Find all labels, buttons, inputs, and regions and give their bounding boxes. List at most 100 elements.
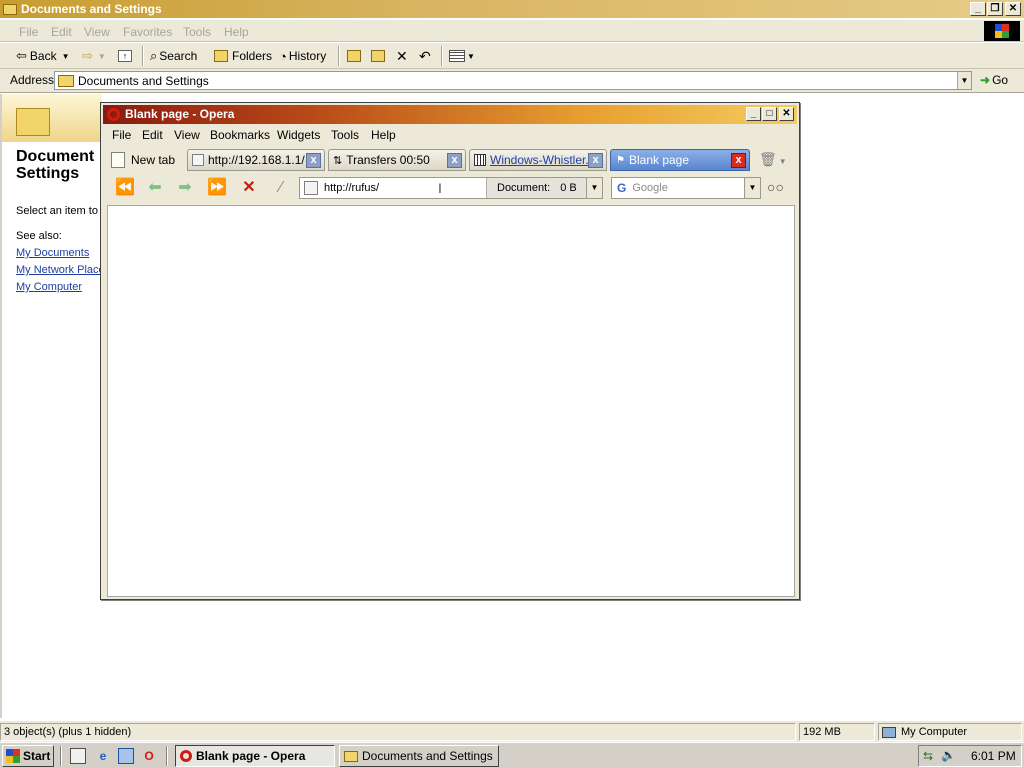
link-my-documents[interactable]: My Documents — [16, 247, 89, 259]
opera-maximize-button[interactable]: □ — [762, 107, 777, 121]
menu-file[interactable]: File — [19, 25, 38, 39]
opera-quicklaunch-icon[interactable]: O — [141, 748, 157, 764]
clock[interactable]: 6:01 PM — [971, 749, 1016, 763]
address-dropdown-button[interactable]: ▼ — [957, 72, 971, 89]
tab-router[interactable]: http://192.168.1.1/ x — [187, 149, 325, 171]
network-tray-icon[interactable]: ⇆ — [923, 749, 933, 763]
network-icon[interactable] — [118, 748, 134, 764]
history-button[interactable]: ◔ History — [279, 47, 326, 65]
zoom-glasses-button[interactable]: ○○ — [767, 179, 784, 195]
copy-to-button[interactable] — [371, 47, 385, 65]
page-content[interactable] — [107, 205, 795, 597]
go-button[interactable]: ➜ Go — [980, 73, 1008, 87]
trash-icon: 🗑 — [759, 151, 777, 167]
tab-blank-page[interactable]: ⚑ Blank page x — [610, 149, 750, 171]
move-to-icon — [347, 50, 361, 62]
opera-menu-view[interactable]: View — [174, 128, 200, 142]
menu-favorites[interactable]: Favorites — [123, 25, 172, 39]
new-tab-button[interactable]: New tab — [111, 149, 175, 171]
fast-forward-button[interactable]: ⏩ — [207, 179, 227, 197]
views-button[interactable]: ▼ — [449, 47, 475, 65]
menu-help[interactable]: Help — [224, 25, 249, 39]
forward-button[interactable]: ➡ — [175, 179, 195, 197]
opera-minimize-button[interactable]: _ — [746, 107, 761, 121]
task-label: Blank page - Opera — [196, 749, 306, 763]
forward-button[interactable]: ⇨ ▼ — [82, 47, 106, 65]
rewind-button[interactable]: ⏪ — [115, 179, 135, 197]
tab-close-icon[interactable]: x — [731, 153, 746, 168]
explorer-titlebar[interactable]: Documents and Settings _ ❐ ✕ — [0, 0, 1024, 18]
menu-edit[interactable]: Edit — [51, 25, 72, 39]
task-opera[interactable]: Blank page - Opera — [175, 745, 335, 767]
opera-menu-bookmarks[interactable]: Bookmarks — [210, 128, 270, 142]
opera-menu-edit[interactable]: Edit — [142, 128, 163, 142]
panel-title-line2: Settings — [16, 165, 80, 182]
tab-transfers[interactable]: ⇅ Transfers 00:50 x — [328, 149, 466, 171]
close-button[interactable]: ✕ — [1005, 2, 1021, 16]
page-icon — [304, 181, 318, 195]
explorer-task-pane: Document Settings Select an item to v Se… — [0, 94, 102, 718]
tab-windows-whistler[interactable]: Windows-Whistler... x — [469, 149, 607, 171]
edit-button[interactable]: ⁄ — [271, 179, 291, 197]
task-explorer[interactable]: Documents and Settings — [339, 745, 499, 767]
opera-window-title: Blank page - Opera — [125, 107, 235, 121]
search-field[interactable]: G Google ▼ — [611, 177, 761, 199]
search-dropdown-button[interactable]: ▼ — [744, 178, 760, 198]
large-folder-icon — [16, 108, 50, 136]
menu-tools[interactable]: Tools — [183, 25, 211, 39]
status-zone: My Computer — [878, 723, 1022, 741]
volume-icon[interactable]: 🔈 — [941, 748, 956, 762]
show-desktop-icon[interactable] — [70, 748, 86, 764]
google-icon: G — [617, 181, 627, 195]
back-button[interactable]: ⬅ — [145, 179, 165, 197]
opera-menu-file[interactable]: File — [112, 128, 131, 142]
delete-icon: ✕ — [396, 47, 408, 64]
move-to-button[interactable] — [347, 47, 361, 65]
link-my-computer[interactable]: My Computer — [16, 281, 82, 293]
opera-logo-icon — [107, 108, 120, 121]
forward-arrow-icon: ⇨ — [82, 48, 93, 63]
new-tab-label: New tab — [131, 153, 176, 167]
up-folder-icon: ↑ — [118, 50, 132, 62]
url-field[interactable]: http://rufus/ I Document: 0 B ▼ — [299, 177, 603, 199]
url-dropdown-button[interactable]: ▼ — [586, 178, 602, 198]
copy-to-icon — [371, 50, 385, 62]
restore-button[interactable]: ❐ — [987, 2, 1003, 16]
tab-close-icon[interactable]: x — [306, 153, 321, 168]
tab-close-icon[interactable]: x — [447, 153, 462, 168]
menu-view[interactable]: View — [84, 25, 110, 39]
opera-menu-widgets[interactable]: Widgets — [277, 128, 320, 142]
windows-logo-icon — [984, 21, 1020, 41]
back-button[interactable]: ⇦ Back ▼ — [16, 47, 70, 65]
opera-titlebar[interactable]: Blank page - Opera _ □ ✕ — [103, 105, 797, 124]
up-folder-button[interactable]: ↑ — [118, 47, 132, 65]
search-button[interactable]: ⌕ Search — [150, 47, 197, 65]
start-button[interactable]: Start — [2, 745, 54, 767]
undo-button[interactable]: ↶ — [419, 47, 431, 65]
flag-icon: ⚑ — [616, 154, 625, 166]
tab-close-icon[interactable]: x — [588, 153, 603, 168]
transfer-icon: ⇅ — [333, 154, 343, 167]
opera-navigation-bar: ⏪ ⬅ ➡ ⏩ ✕ ⁄ http://rufus/ I Document: 0 … — [103, 173, 797, 203]
opera-close-button[interactable]: ✕ — [779, 107, 794, 121]
back-label: Back — [29, 49, 57, 63]
chevron-down-icon: ▼ — [467, 51, 475, 61]
history-label: History — [288, 49, 327, 63]
folders-button[interactable]: Folders — [214, 47, 272, 65]
address-input[interactable]: Documents and Settings ▼ — [54, 71, 972, 90]
link-my-network-places[interactable]: My Network Place — [16, 264, 102, 276]
trash-button[interactable]: 🗑 ▼ — [759, 151, 787, 168]
system-tray: ⇆ 🔈 6:01 PM — [918, 745, 1022, 767]
stop-button[interactable]: ✕ — [239, 179, 259, 197]
back-arrow-icon: ⇦ — [16, 48, 27, 63]
opera-menu-bar: File Edit View Bookmarks Widgets Tools H… — [103, 125, 797, 145]
opera-menu-help[interactable]: Help — [371, 128, 396, 142]
chevron-down-icon: ▼ — [61, 51, 70, 61]
delete-button[interactable]: ✕ — [396, 47, 408, 65]
menu-bar: File Edit View Favorites Tools Help — [0, 20, 1024, 42]
search-icon: ⌕ — [150, 48, 158, 63]
internet-explorer-icon[interactable]: e — [95, 748, 111, 764]
explorer-toolbar: ⇦ Back ▼ ⇨ ▼ ↑ ⌕ Search Folders ◔ Histor… — [0, 43, 1024, 69]
opera-menu-tools[interactable]: Tools — [331, 128, 359, 142]
minimize-button[interactable]: _ — [970, 2, 986, 16]
